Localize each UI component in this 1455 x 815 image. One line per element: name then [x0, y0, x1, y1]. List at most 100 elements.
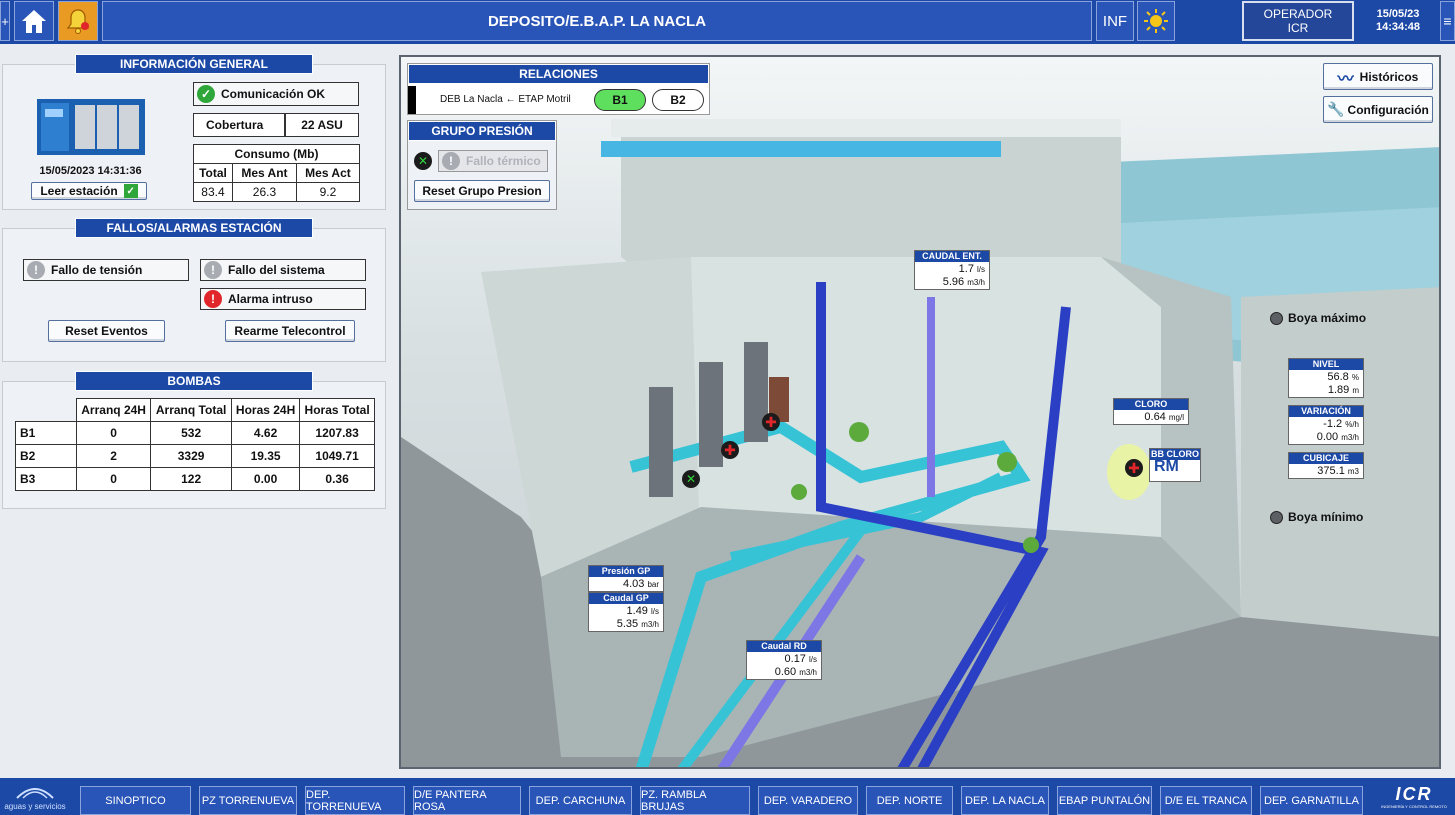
nav-dep-norte[interactable]: DEP. NORTE [866, 786, 953, 815]
tag-unit: l/s [809, 655, 817, 664]
clock: 15/05/23 14:34:48 [1358, 1, 1438, 41]
tag-value: 5.35 [616, 618, 639, 630]
menu-button[interactable]: ≡ [1440, 1, 1455, 41]
home-button[interactable] [14, 1, 54, 41]
chart-line-icon: 〰 [1337, 70, 1354, 88]
tag-value: 375.1 [1317, 465, 1345, 477]
consumption-col-mes-ant: Mes Ant [231, 163, 297, 183]
alarm-bell-button[interactable] [58, 1, 98, 41]
tag-value: 0.60 [774, 666, 797, 678]
pump-cell: 532 [150, 421, 232, 445]
nav-pz-rambla-brujas[interactable]: PZ. RAMBLA BRUJAS [640, 786, 750, 815]
relation-b2-button[interactable]: B2 [652, 89, 704, 111]
warning-gray-icon: ! [204, 261, 222, 279]
consumption-title: Consumo (Mb) [193, 144, 360, 164]
pump-cell: 0 [75, 467, 152, 491]
nav-dep-varadero[interactable]: DEP. VARADERO [758, 786, 858, 815]
tag-unit: l/s [977, 265, 985, 274]
inf-button[interactable]: INF [1096, 1, 1134, 41]
pump-cell: 122 [150, 467, 232, 491]
float-max-label: Boya máximo [1288, 311, 1367, 325]
pump-cell: 3329 [150, 444, 232, 468]
tag-caudal-gp: Caudal GP 1.49 l/s 5.35 m3/h [588, 592, 664, 632]
relation-text: DEB La Nacla ← ETAP Motril [440, 94, 571, 105]
pumps-panel-title: BOMBAS [75, 371, 313, 391]
nav-sinoptico[interactable]: SINOPTICO [80, 786, 191, 815]
tag-unit: m3/h [799, 668, 817, 677]
tag-title: Presión GP [589, 566, 663, 577]
tag-unit: m3/h [641, 620, 659, 629]
tag-caudal-rd: Caudal RD 0.17 l/s 0.60 m3/h [746, 640, 822, 680]
table-row: B3 0 122 0.00 0.36 [15, 467, 375, 491]
tag-caudal-entrada: CAUDAL ENT. 1.7 l/s 5.96 m3/h [914, 250, 990, 290]
icr-logo: ICR INGENIERÍA Y CONTROL REMOTO [1376, 784, 1452, 814]
float-min-icon [1270, 510, 1283, 524]
relation-marker [408, 86, 416, 114]
system-fault-label: Fallo del sistema [228, 263, 325, 277]
top-bar: + DEPOSITO/E.B.A.P. LA NACLA INF OPERADO… [0, 0, 1455, 44]
pump-cell: 2 [75, 444, 152, 468]
read-station-button[interactable]: Leer estación ✓ [31, 182, 147, 200]
consumption-mes-ant: 26.3 [231, 182, 297, 202]
check-icon: ✓ [123, 184, 138, 198]
tag-value: -1.2 [1323, 418, 1343, 430]
nav-dep-garnatilla[interactable]: DEP. GARNATILLA [1260, 786, 1363, 815]
brand-logo: aguas y servicios [4, 780, 66, 815]
pump-name: B2 [15, 444, 77, 468]
nav-ebap-puntalon[interactable]: EBAP PUNTALÓN [1057, 786, 1152, 815]
pumps-panel: Arranq 24H Arranq Total Horas 24H Horas … [2, 381, 386, 509]
reset-events-button[interactable]: Reset Eventos [48, 320, 165, 342]
float-min-label: Boya mínimo [1288, 510, 1364, 524]
pump-cell: 1207.83 [299, 421, 375, 445]
bell-icon [66, 9, 90, 34]
tag-value: 5.96 [942, 276, 965, 288]
tag-cubicaje: CUBICAJE 375.1 m3 [1288, 452, 1364, 479]
icr-logo-subtext: INGENIERÍA Y CONTROL REMOTO [1381, 804, 1447, 809]
voltage-fault-status: ! Fallo de tensión [23, 259, 189, 281]
relation-b1-button[interactable]: B1 [594, 89, 646, 111]
rtu-device-icon [37, 99, 145, 155]
tag-unit: mg/l [1168, 413, 1184, 422]
operator-label: OPERADOR [1263, 7, 1333, 21]
expand-button[interactable]: + [0, 1, 10, 41]
tag-unit: m3 [1347, 467, 1359, 476]
pumps-col-horas-24h: Horas 24H [230, 398, 301, 422]
tag-value: 1.7 [958, 263, 974, 275]
day-mode-button[interactable] [1137, 1, 1175, 41]
relations-title: RELACIONES [408, 64, 709, 84]
consumption-total: 83.4 [193, 182, 233, 202]
voltage-fault-label: Fallo de tensión [51, 263, 143, 277]
nav-de-pantera-rosa[interactable]: D/E PANTERA ROSA [413, 786, 521, 815]
rearm-telecontrol-button[interactable]: Rearme Telecontrol [225, 320, 355, 342]
tag-title: Caudal GP [589, 593, 663, 604]
operator-badge[interactable]: OPERADOR ICR [1242, 1, 1354, 41]
tag-presion-gp: Presión GP 4.03 bar [588, 565, 664, 592]
pumps-col-arranq-total: Arranq Total [150, 398, 232, 422]
nav-dep-torrenueva[interactable]: DEP. TORRENUEVA [305, 786, 405, 815]
pumps-table: Arranq 24H Arranq Total Horas 24H Horas … [15, 398, 375, 491]
check-circle-icon: ✓ [197, 85, 215, 103]
tag-variacion: VARIACIÓN -1.2 %/h 0.00 m3/h [1288, 405, 1364, 445]
nav-dep-la-nacla[interactable]: DEP. LA NACLA [961, 786, 1049, 815]
station-3d-view: ✕ ✚ ✚ ✚ RELACIONES DEB La Nacla ← ETAP M… [399, 55, 1441, 769]
configuracion-button[interactable]: 🔧 Configuración [1323, 96, 1433, 123]
system-fault-status: ! Fallo del sistema [200, 259, 366, 281]
consumption-col-mes-act: Mes Act [295, 163, 361, 183]
tag-unit: % [1351, 373, 1359, 382]
nav-pz-torrenueva[interactable]: PZ TORRENUEVA [199, 786, 297, 815]
communication-label: Comunicación OK [221, 87, 326, 101]
nav-de-el-tranca[interactable]: D/E EL TRANCA [1160, 786, 1252, 815]
bridge-logo-icon [16, 788, 54, 799]
tag-value: 0.17 [784, 653, 806, 665]
reset-pressure-group-button[interactable]: Reset Grupo Presion [414, 180, 550, 202]
warning-gray-icon: ! [442, 152, 460, 170]
tag-unit: %/h [1345, 420, 1359, 429]
pump-cell: 19.35 [230, 444, 301, 468]
pumps-col-arranq-24h: Arranq 24H [75, 398, 152, 422]
page-title: DEPOSITO/E.B.A.P. LA NACLA [102, 1, 1092, 41]
intruder-alarm-label: Alarma intruso [228, 292, 313, 306]
icr-logo-text: ICR [1395, 784, 1433, 804]
nav-dep-carchuna[interactable]: DEP. CARCHUNA [529, 786, 632, 815]
historicos-button[interactable]: 〰 Históricos [1323, 63, 1433, 90]
historicos-label: Históricos [1359, 69, 1419, 84]
